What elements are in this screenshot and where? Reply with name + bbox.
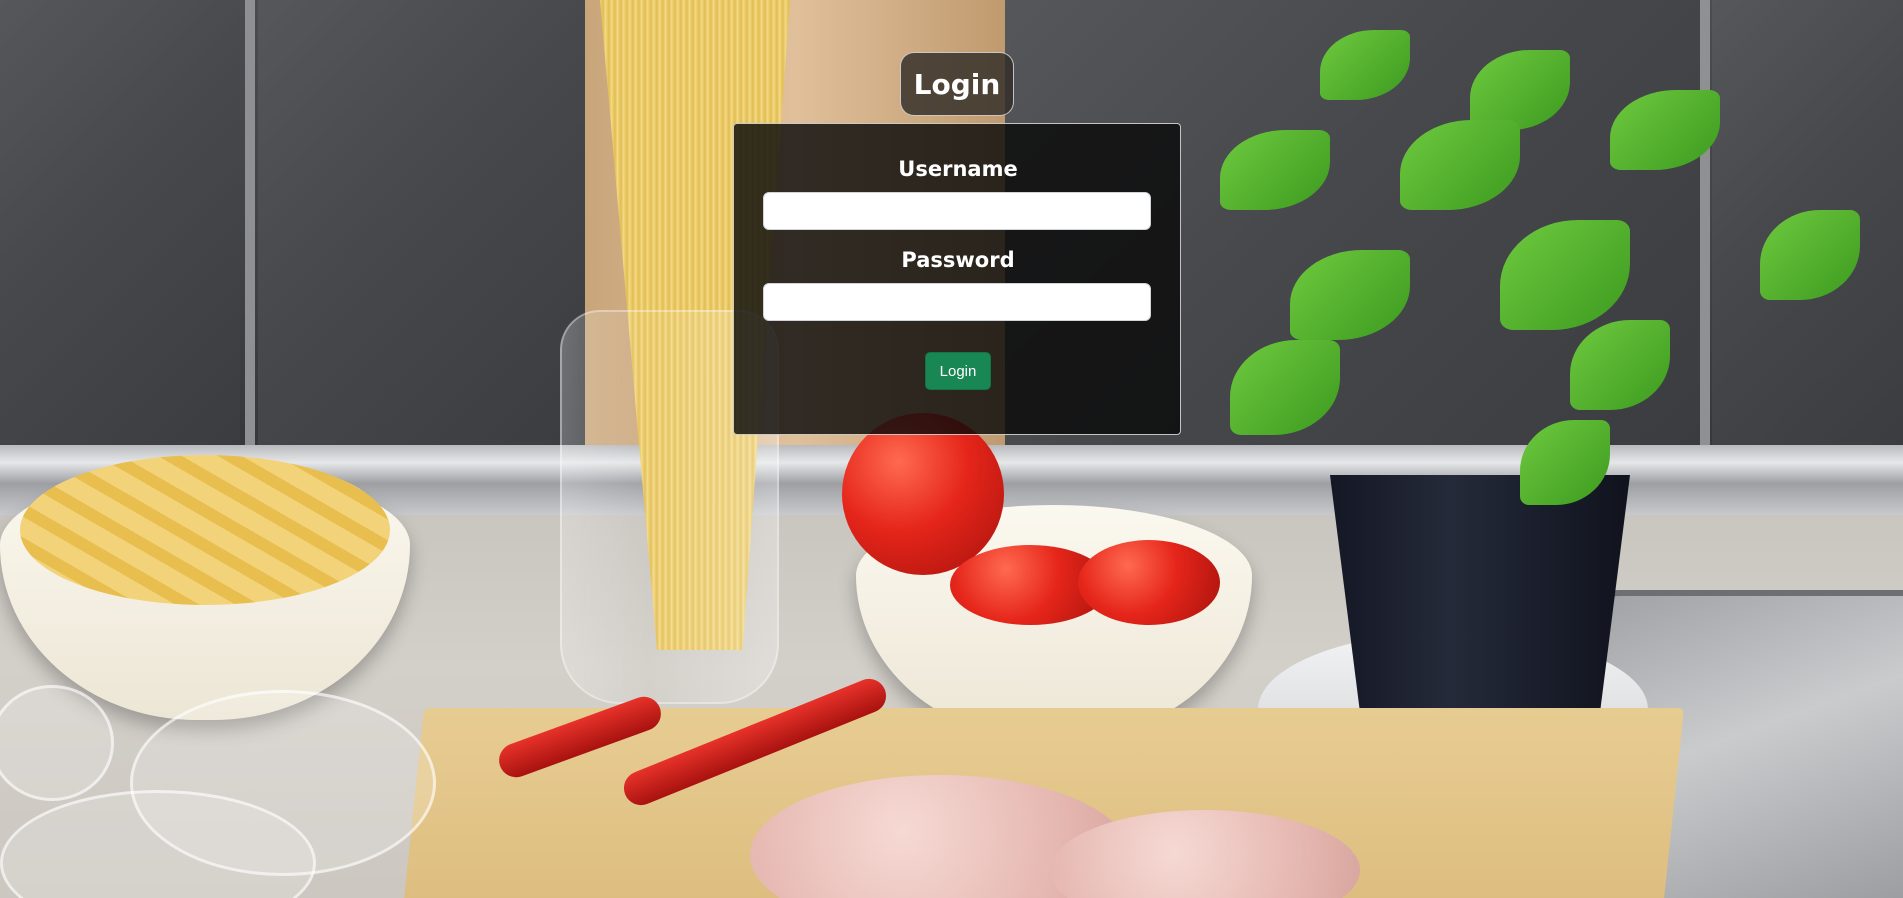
tomato <box>1078 540 1220 625</box>
login-button[interactable]: Login <box>925 352 991 390</box>
login-form: Username Password Login <box>733 123 1181 435</box>
password-label: Password <box>901 248 1015 272</box>
tomato <box>842 413 1004 575</box>
login-title-badge: Login <box>900 52 1014 116</box>
page-title: Login <box>913 67 1001 101</box>
username-label: Username <box>898 157 1018 181</box>
penne-pasta <box>20 455 390 605</box>
username-input[interactable] <box>763 192 1151 230</box>
login-page: Login Username Password Login <box>0 0 1903 898</box>
password-input[interactable] <box>763 283 1151 321</box>
